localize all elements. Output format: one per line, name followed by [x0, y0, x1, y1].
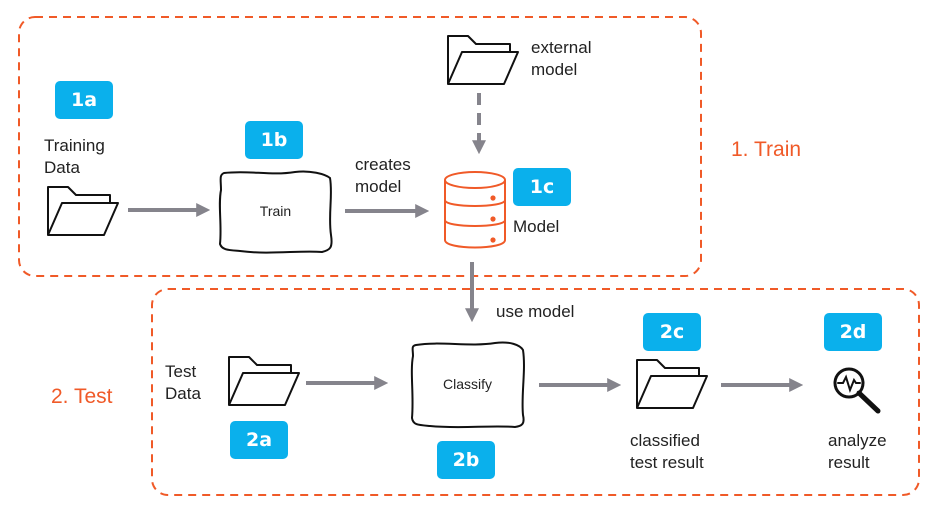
train-section-label: 1. Train	[731, 138, 802, 161]
training-data-folder-icon	[47, 186, 119, 236]
creates-model-label: creates model	[355, 155, 411, 196]
classified-result-label: classified test result	[630, 431, 704, 472]
train-section-box	[18, 16, 702, 277]
analyze-magnifier-icon	[833, 367, 881, 414]
train-box-label: Train	[259, 203, 292, 219]
classified-result-folder-icon	[636, 359, 708, 409]
model-database-icon	[444, 171, 506, 249]
use-model-label: use model	[496, 302, 575, 321]
analyze-result-label: analyze result	[828, 431, 887, 472]
badge-2c: 2c	[643, 313, 701, 351]
badge-1b: 1b	[245, 121, 303, 159]
badge-1c: 1c	[513, 168, 571, 206]
external-model-label: external model	[531, 38, 592, 79]
badge-1a: 1a	[55, 81, 113, 119]
badge-2d: 2d	[824, 313, 882, 351]
classify-box-label: Classify	[442, 376, 492, 392]
model-label: Model	[513, 217, 560, 236]
test-section-label: 2. Test	[51, 385, 113, 408]
badge-2a: 2a	[230, 421, 288, 459]
test-data-folder-icon	[228, 356, 300, 406]
diagram-canvas	[18, 16, 920, 496]
external-model-folder-icon	[447, 35, 519, 85]
badge-2b: 2b	[437, 441, 495, 479]
test-data-label: Test Data	[165, 362, 201, 403]
training-data-label: Training Data	[44, 136, 105, 177]
